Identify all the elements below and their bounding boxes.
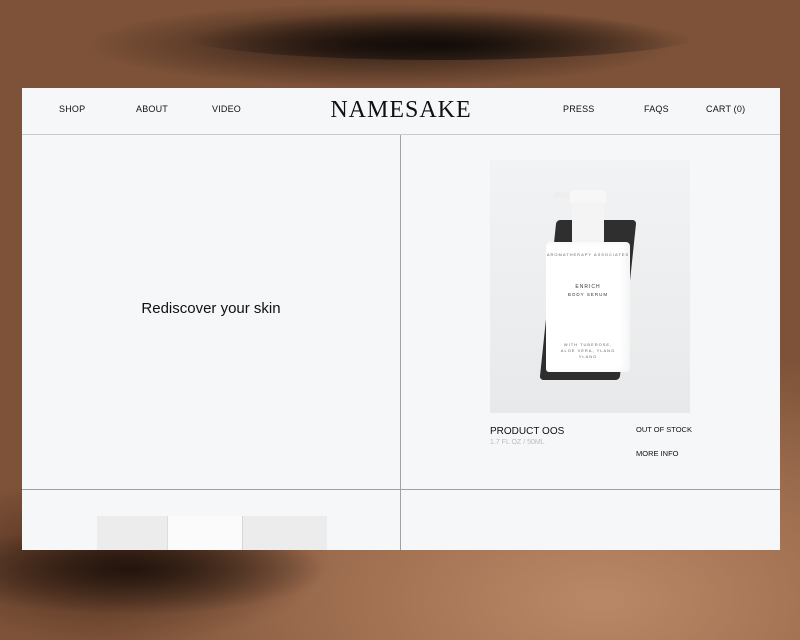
pump-neck — [572, 202, 604, 244]
content-grid: Rediscover your skin AROMATHERAPY ASSOCI… — [22, 135, 780, 550]
nav-cart-link[interactable]: CART (0) — [706, 104, 745, 114]
product-image-partial[interactable] — [97, 516, 327, 550]
hero-heading: Rediscover your skin — [141, 300, 281, 317]
bottle-notes-label: WITH TUBEROSE, ALOE VERA, YLANG YLANG — [560, 342, 616, 359]
more-info-link[interactable]: MORE INFO — [636, 449, 679, 458]
product-image[interactable]: AROMATHERAPY ASSOCIATES ENRICH BODY SERU… — [490, 160, 690, 413]
grid-divider-horizontal — [22, 489, 780, 490]
top-navigation: SHOP ABOUT VIDEO NAMESAKE PRESS FAQS CAR… — [22, 88, 780, 135]
nav-faqs-link[interactable]: FAQS — [644, 104, 669, 114]
website-frame: SHOP ABOUT VIDEO NAMESAKE PRESS FAQS CAR… — [22, 88, 780, 550]
serum-bottle: AROMATHERAPY ASSOCIATES ENRICH BODY SERU… — [546, 242, 630, 372]
nav-press-link[interactable]: PRESS — [563, 104, 595, 114]
grid-divider-vertical — [400, 135, 401, 550]
tube-product — [167, 516, 243, 550]
bottle-subtitle-label: BODY SERUM — [567, 292, 609, 297]
bottle-brand-label: AROMATHERAPY ASSOCIATES — [546, 252, 630, 257]
product-size: 1.7 FL OZ / 50ML — [490, 439, 545, 446]
stock-status: OUT OF STOCK — [636, 425, 692, 434]
bottle-title-label: ENRICH — [575, 284, 601, 290]
background-eyelash — [180, 10, 700, 60]
product-name[interactable]: PRODUCT OOS — [490, 426, 564, 437]
